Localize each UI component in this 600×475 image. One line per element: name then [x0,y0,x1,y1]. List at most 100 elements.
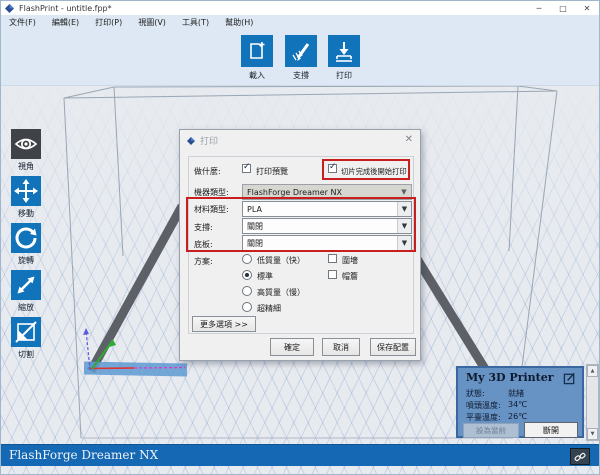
material-type-dropdown[interactable]: PLA ▼ [242,201,412,217]
brim-checkbox[interactable] [328,270,337,279]
check-icon: ✓ [329,162,337,172]
sidebar-item-cut[interactable]: 切割 [11,317,41,360]
status-value: 就緒 [508,389,524,398]
move-icon [11,176,41,206]
print-dialog: 打印 ✕ 做什麼: ✓ 打印預覽 ✓ 切片完成後開始打印 機器類型: Flash… [179,129,421,361]
support-label: 支撐 [293,71,309,80]
menu-file[interactable]: 文件(F) [1,15,44,29]
x-axis [88,367,135,370]
more-options-button[interactable]: 更多選項 >> [192,316,256,332]
scheme-standard-label[interactable]: 標準 [257,271,273,282]
rotate-icon [11,223,41,253]
support-value: 關閉 [247,221,263,231]
print-label: 打印 [336,71,352,80]
material-type-label: 材料類型: [194,205,229,214]
rotate-tool-label: 旋轉 [18,256,34,265]
menu-print[interactable]: 打印(P) [87,15,130,29]
disconnect-button[interactable]: 斷開 [524,422,578,438]
flashprint-logo-icon [5,3,14,13]
wall-checkbox[interactable] [328,254,337,263]
status-label: 狀態: [466,389,485,398]
nozzle-temp-value: 34℃ [508,400,528,409]
material-type-value: PLA [247,204,262,214]
dialog-logo-icon [187,136,195,145]
ok-button[interactable]: 確定 [270,338,314,356]
chevron-down-icon[interactable]: ▼ [397,219,411,233]
move-tool-label: 移動 [18,209,34,218]
printer-name: My 3D Printer [466,371,554,384]
menu-tools[interactable]: 工具(T) [174,15,217,29]
print-button[interactable]: 打印 [328,35,360,81]
print-dialog-titlebar[interactable]: 打印 [180,130,420,151]
raft-dropdown[interactable]: 關閉 ▼ [242,235,412,251]
connect-link-button[interactable] [570,448,590,465]
load-label: 載入 [249,71,265,80]
dialog-title: 打印 [200,137,219,147]
eye-icon [11,129,41,159]
machine-type-dropdown: FlashForge Dreamer NX ▼ [242,184,412,200]
view-tool-label: 視角 [18,162,34,171]
cut-tool-label: 切割 [18,350,34,359]
what-label: 做什麼: [194,167,221,176]
menu-edit[interactable]: 編輯(E) [44,15,87,29]
chevron-down-icon[interactable]: ▼ [397,202,411,216]
support-dropdown[interactable]: 關閉 ▼ [242,218,412,234]
raft-label: 底板: [194,240,213,249]
printer-panel: My 3D Printer 狀態: 就緒 噴頭溫度: 34℃ 平臺溫度: 26℃… [456,366,584,438]
machine-statusbar: FlashForge Dreamer NX [1,444,599,466]
menu-view[interactable]: 視圖(V) [130,15,174,29]
print-icon [328,35,360,67]
minimize-button[interactable]: ─ [527,1,551,15]
support-label: 支撐: [194,223,213,232]
load-button[interactable]: 載入 [241,35,273,81]
cancel-button[interactable]: 取消 [322,338,360,356]
wall-label[interactable]: 圍墻 [342,255,358,266]
scheme-high-quality-label[interactable]: 高質量（慢） [257,287,305,298]
machine-type-value: FlashForge Dreamer NX [247,187,342,197]
platform-temp-label: 平臺溫度: [466,413,501,422]
brim-label[interactable]: 帽簷 [342,271,358,282]
scheme-hyper-fine-label[interactable]: 超精細 [257,303,281,314]
menubar: 文件(F) 編輯(E) 打印(P) 視圖(V) 工具(T) 幫助(H) [1,15,599,29]
chevron-down-icon: ▼ [401,188,407,196]
load-icon [241,35,273,67]
support-button[interactable]: 支撐 [285,35,317,81]
scheme-label: 方案: [194,257,213,266]
scheme-high-quality-radio[interactable] [242,286,252,296]
chevron-down-icon[interactable]: ▼ [397,236,411,250]
cut-icon [11,317,41,347]
scroll-up-icon[interactable]: ▲ [587,365,598,377]
check-icon: ✓ [243,162,251,172]
raft-value: 關閉 [247,238,263,248]
panel-scrollbar[interactable]: ▲ ▼ [586,364,599,441]
scheme-hyper-fine-radio[interactable] [242,302,252,312]
print-preview-checkbox[interactable]: ✓ [242,162,251,173]
machine-type-label: 機器類型: [194,188,229,197]
set-current-button[interactable]: 設為當前 [463,423,519,438]
platform-temp-value: 26℃ [508,412,528,421]
menu-help[interactable]: 幫助(H) [217,15,261,29]
scroll-down-icon[interactable]: ▼ [587,428,598,440]
sidebar-item-rotate[interactable]: 旋轉 [11,223,41,266]
scheme-low-quality-radio[interactable] [242,254,252,264]
titlebar: FlashPrint - untitle.fpp* [1,1,599,15]
link-icon [574,452,586,461]
window-title: FlashPrint - untitle.fpp* [19,3,112,13]
scheme-low-quality-label[interactable]: 低質量（快） [257,255,305,266]
save-config-button[interactable]: 保存配置 [370,338,416,356]
print-preview-label[interactable]: 打印預覽 [256,166,288,177]
flashprint-window: FlashPrint - untitle.fpp* ─ □ ✕ 文件(F) 編輯… [0,0,600,475]
maximize-button[interactable]: □ [551,1,575,15]
main-toolbar: 載入 支撐 打印 [1,29,599,86]
close-button[interactable]: ✕ [575,1,599,15]
scheme-standard-radio[interactable] [242,270,252,280]
start-after-slicing-label[interactable]: 切片完成後開始打印 [341,167,407,177]
dialog-close-icon[interactable]: ✕ [405,134,413,145]
start-after-slicing-checkbox[interactable]: ✓ [328,162,337,173]
sidebar-item-scale[interactable]: 縮放 [11,270,41,313]
edit-printer-icon[interactable] [563,372,576,385]
sidebar-item-move[interactable]: 移動 [11,176,41,219]
scale-tool-label: 縮放 [18,303,34,312]
machine-name: FlashForge Dreamer NX [9,448,159,462]
sidebar-item-view[interactable]: 視角 [11,129,41,172]
